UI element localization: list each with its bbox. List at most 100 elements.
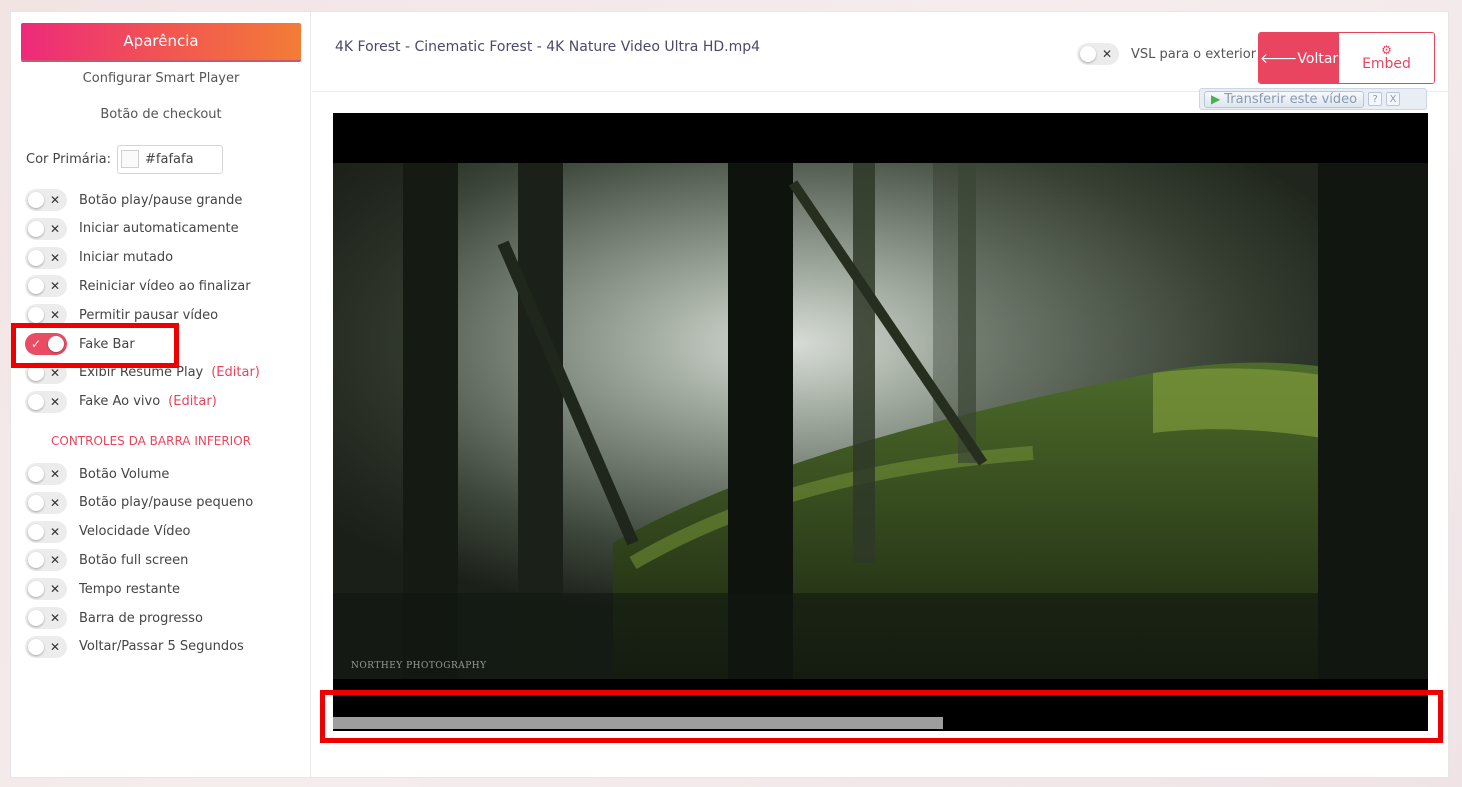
checkout-button-link[interactable]: Botão de checkout [11, 107, 311, 122]
edit-link-exibir-resume-play[interactable]: (Editar) [211, 365, 260, 380]
primary-color-input[interactable]: #fafafa [117, 144, 224, 174]
configure-smart-player-link[interactable]: Configurar Smart Player [11, 71, 311, 86]
option-row-exibir-resume-play: ✕ Exibir Resume Play (Editar) [25, 361, 260, 384]
option-row-iniciar-automaticamente: ✕ Iniciar automaticamente [25, 217, 239, 240]
x-icon: ✕ [49, 495, 60, 510]
video-frame[interactable]: NORTHEY PHOTOGRAPHY [333, 163, 1428, 679]
toggle-knob [28, 494, 44, 511]
option-label: Botão Volume [79, 466, 170, 482]
download-video-button[interactable]: ▶ Transferir este vídeo [1204, 90, 1365, 108]
option-row-reiniciar-video-ao-finalizar: ✕ Reiniciar vídeo ao finalizar [25, 275, 251, 298]
toggle-botao-volume[interactable]: ✕ [25, 463, 67, 485]
toggle-knob [28, 249, 44, 266]
download-video-label: Transferir este vídeo [1224, 91, 1358, 107]
option-label: Iniciar mutado [79, 250, 174, 266]
primary-color-label: Cor Primária: [26, 151, 112, 167]
toggle-knob [28, 393, 44, 410]
option-row-fake-ao-vivo: ✕ Fake Ao vivo (Editar) [25, 390, 217, 413]
toggle-velocidade-video[interactable]: ✕ [25, 520, 67, 543]
option-label: Iniciar automaticamente [79, 221, 239, 237]
option-label: Permitir pausar vídeo [79, 307, 219, 323]
forest-video-image [333, 163, 1428, 679]
edit-link-fake-ao-vivo[interactable]: (Editar) [168, 394, 217, 409]
primary-color-row: Cor Primária: #fafafa [26, 144, 224, 174]
vsl-exterior-label: VSL para o exterior [1131, 46, 1257, 62]
toggle-tempo-restante[interactable]: ✕ [25, 578, 67, 601]
embed-button[interactable]: ⚙ Embed [1339, 33, 1434, 83]
close-icon[interactable]: X [1386, 92, 1401, 106]
toggle-voltar-passar-5-segundos[interactable]: ✕ [25, 635, 67, 658]
video-title: 4K Forest - Cinematic Forest - 4K Nature… [335, 39, 761, 55]
toggle-knob [28, 278, 44, 295]
preview-area: 4K Forest - Cinematic Forest - 4K Nature… [312, 12, 1449, 777]
sidebar: Aparência Configurar Smart Player Botão … [11, 12, 311, 777]
toggle-knob [1080, 46, 1096, 62]
option-label: Fake Bar [79, 336, 135, 352]
option-label: Exibir Resume Play [79, 365, 204, 381]
toggle-barra-de-progresso[interactable]: ✕ [25, 607, 67, 629]
toggle-knob [28, 220, 44, 237]
option-label: Velocidade Vídeo [79, 524, 191, 540]
toggle-iniciar-mutado[interactable]: ✕ [25, 246, 67, 269]
vsl-exterior-row: ✕ VSL para o exterior [1077, 43, 1256, 65]
option-label: Voltar/Passar 5 Segundos [79, 639, 244, 655]
toggle-knob [28, 581, 44, 598]
option-row-iniciar-mutado: ✕ Iniciar mutado [25, 246, 174, 269]
option-row-botao-play-pause-grande: ✕ Botão play/pause grande [25, 189, 242, 211]
fake-progress-fill [333, 717, 943, 729]
option-label: Reiniciar vídeo ao finalizar [79, 278, 251, 294]
x-icon: ✕ [49, 639, 60, 654]
option-row-botao-volume: ✕ Botão Volume [25, 463, 169, 485]
check-icon: ✓ [31, 337, 42, 351]
toggle-knob [28, 307, 44, 324]
option-row-botao-play-pause-pequeno: ✕ Botão play/pause pequeno [25, 491, 254, 514]
toggle-botao-play-pause-pequeno[interactable]: ✕ [25, 491, 67, 514]
option-row-tempo-restante: ✕ Tempo restante [25, 578, 180, 601]
toggle-botao-full-screen[interactable]: ✕ [25, 549, 67, 572]
option-label: Tempo restante [79, 581, 180, 597]
x-icon: ✕ [49, 467, 60, 481]
bottom-controls-title: CONTROLES DA BARRA INFERIOR [51, 434, 251, 448]
x-icon: ✕ [49, 553, 60, 568]
option-row-barra-de-progresso: ✕ Barra de progresso [25, 607, 203, 629]
x-icon: ✕ [49, 279, 60, 294]
primary-color-value: #fafafa [145, 151, 194, 167]
toggle-botao-play-pause-grande[interactable]: ✕ [25, 189, 67, 211]
toggle-fake-ao-vivo[interactable]: ✕ [25, 390, 67, 413]
x-icon: ✕ [49, 524, 60, 539]
x-icon: ✕ [49, 582, 60, 597]
color-swatch[interactable] [121, 150, 140, 168]
option-row-botao-full-screen: ✕ Botão full screen [25, 549, 188, 572]
x-icon: ✕ [49, 611, 60, 625]
play-icon: ▶ [1211, 92, 1221, 106]
x-icon: ✕ [49, 250, 60, 265]
embed-label: Embed [1362, 56, 1411, 72]
toggle-knob [28, 552, 44, 569]
gear-icon: ⚙ [1381, 43, 1392, 57]
help-icon[interactable]: ? [1368, 92, 1383, 106]
video-watermark: NORTHEY PHOTOGRAPHY [351, 661, 487, 671]
x-icon: ✕ [49, 308, 60, 323]
x-icon: ✕ [49, 394, 60, 409]
appearance-tab-button[interactable]: Aparência [21, 23, 301, 60]
toggle-permitir-pausar-video[interactable]: ✕ [25, 304, 67, 327]
option-label: Fake Ao vivo [79, 394, 161, 410]
toggle-knob [28, 610, 44, 626]
option-row-voltar-passar-5-segundos: ✕ Voltar/Passar 5 Segundos [25, 635, 244, 658]
option-row-velocidade-video: ✕ Velocidade Vídeo [25, 520, 191, 543]
toggle-exibir-resume-play[interactable]: ✕ [25, 361, 67, 384]
x-icon: ✕ [49, 365, 60, 380]
preview-header: 4K Forest - Cinematic Forest - 4K Nature… [312, 12, 1449, 92]
toggle-knob [28, 364, 44, 381]
toggle-reiniciar-video-ao-finalizar[interactable]: ✕ [25, 275, 67, 298]
option-label: Botão play/pause pequeno [79, 495, 254, 511]
option-label: Barra de progresso [79, 610, 203, 626]
x-icon: ✕ [1101, 47, 1112, 61]
toggle-knob [28, 523, 44, 540]
header-actions: 🡐Voltar ⚙ Embed [1258, 32, 1435, 84]
toggle-fake-bar[interactable]: ✓ [25, 333, 67, 355]
vsl-exterior-toggle[interactable]: ✕ [1077, 43, 1119, 65]
toggle-iniciar-automaticamente[interactable]: ✕ [25, 217, 67, 240]
back-button[interactable]: 🡐Voltar [1259, 33, 1339, 83]
video-player[interactable]: NORTHEY PHOTOGRAPHY [333, 113, 1428, 731]
